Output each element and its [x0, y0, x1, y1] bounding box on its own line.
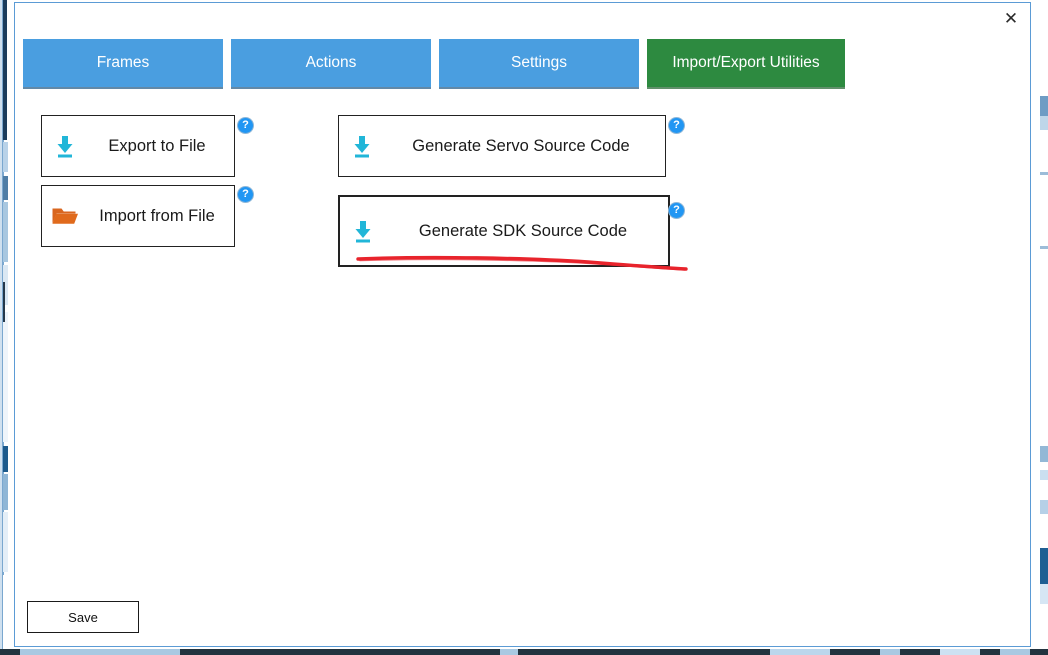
- help-circle-icon-import[interactable]: ?: [237, 186, 254, 203]
- background-right-segment: [1040, 446, 1048, 462]
- generate-servo-source-code-button[interactable]: Generate Servo Source Code: [338, 115, 666, 177]
- tab-frames[interactable]: Frames: [23, 39, 223, 89]
- tab-label: Import/Export Utilities: [672, 54, 820, 71]
- tab-settings[interactable]: Settings: [439, 39, 639, 89]
- close-icon[interactable]: ✕: [996, 5, 1026, 31]
- button-label: Generate Servo Source Code: [412, 136, 630, 155]
- button-label: Import from File: [99, 206, 215, 225]
- tab-actions[interactable]: Actions: [231, 39, 431, 89]
- background-right-segment: [1040, 172, 1048, 175]
- tab-bar: Frames Actions Settings Import/Export Ut…: [23, 39, 845, 91]
- background-left-segment: [3, 312, 8, 442]
- background-right-segment: [1040, 548, 1048, 584]
- tab-label: Actions: [305, 54, 357, 71]
- background-left-segment: [3, 512, 8, 572]
- button-label: Generate SDK Source Code: [418, 221, 628, 240]
- background-right-segment: [1040, 116, 1048, 130]
- help-circle-icon-export[interactable]: ?: [237, 117, 254, 134]
- background-right-segment: [1040, 470, 1048, 480]
- download-icon: [42, 133, 88, 159]
- help-circle-icon-sdk[interactable]: ?: [668, 202, 685, 219]
- save-button[interactable]: Save: [27, 601, 139, 633]
- dialog-titlebar: ✕: [15, 3, 1030, 33]
- tab-label: Settings: [510, 54, 567, 71]
- download-icon: [340, 218, 386, 244]
- help-circle-icon-servo[interactable]: ?: [668, 117, 685, 134]
- background-right-segment: [1040, 246, 1048, 249]
- export-to-file-button[interactable]: Export to File: [41, 115, 235, 177]
- background-right-segment: [1040, 96, 1048, 116]
- download-icon: [339, 133, 385, 159]
- utilities-button-area: Export to File ? Import from File ? Gene…: [15, 99, 1030, 299]
- background-left-segment: [3, 176, 8, 200]
- import-from-file-button[interactable]: Import from File: [41, 185, 235, 247]
- background-left-segment: [3, 202, 8, 262]
- button-label: Export to File: [108, 136, 206, 155]
- tab-label: Frames: [96, 54, 150, 71]
- background-left-segment: [3, 142, 8, 172]
- tab-import-export-utilities[interactable]: Import/Export Utilities: [647, 39, 845, 89]
- background-left-segment: [3, 474, 8, 510]
- background-left-segment: [3, 575, 8, 655]
- import-export-utilities-dialog: ✕ Frames Actions Settings Import/Export …: [14, 2, 1031, 647]
- generate-sdk-source-code-button[interactable]: Generate SDK Source Code: [338, 195, 670, 267]
- folder-open-icon: [42, 204, 88, 228]
- background-left-segment: [3, 446, 8, 472]
- background-right-segment: [1040, 500, 1048, 514]
- background-right-segment: [1040, 584, 1048, 604]
- background-left-marker: [3, 282, 5, 322]
- background-left-header: [3, 0, 7, 140]
- background-taskbar: [0, 649, 1048, 655]
